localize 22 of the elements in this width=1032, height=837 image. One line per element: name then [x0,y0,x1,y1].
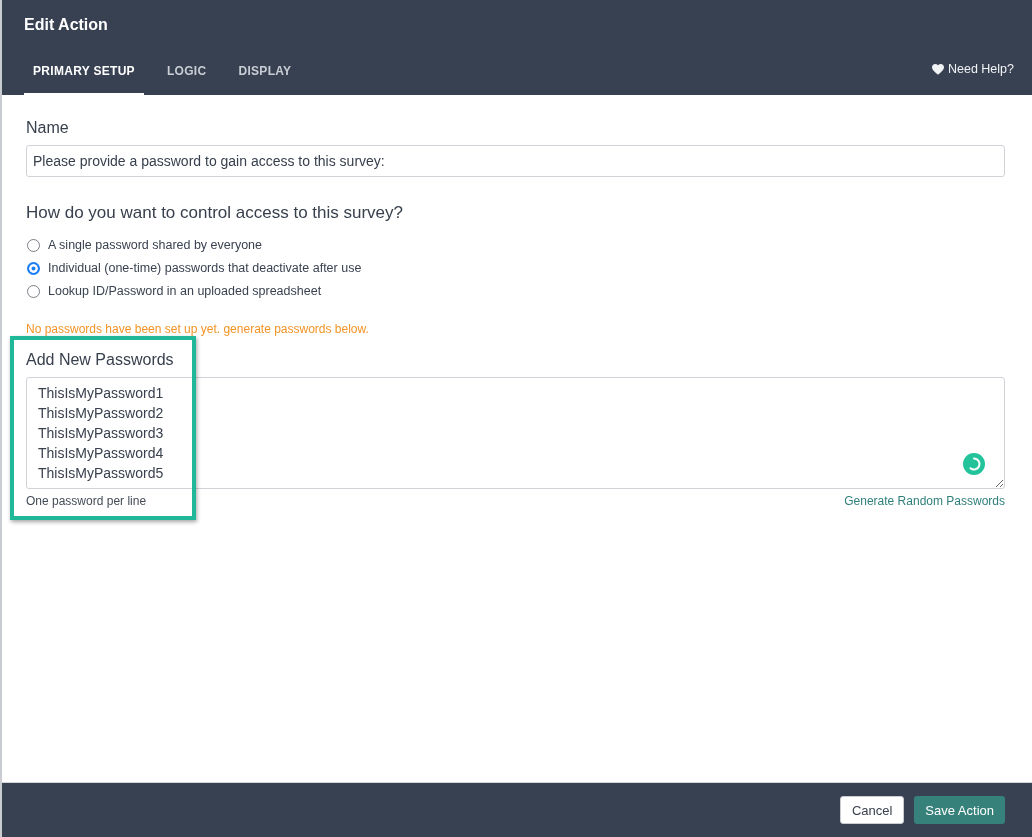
tab[interactable]: PRIMARY SETUP [24,50,144,95]
passwords-textarea[interactable]: ThisIsMyPassword1 ThisIsMyPassword2 ThisIsMyPassword3 ThisIsMyPassword4 ThisIsMyPassword5 [26,377,1005,489]
radio-button[interactable] [27,284,40,298]
name-input-field[interactable]: Please provide a password to gain access to this survey: [26,145,1005,177]
cancel-button[interactable]: Cancel [839,796,905,824]
radio-label[interactable]: Lookup ID/Password in an uploaded spreadsheet [48,283,322,299]
field-label: Name [26,118,70,138]
question-text: How do you want to control access to this survey? [26,202,404,224]
generate-passwords-link[interactable]: Generate Random Passwords [844,494,1005,508]
radio-button[interactable] [27,238,40,252]
window-title: Edit Action [24,15,109,35]
hint-text: One password per line [26,494,147,508]
save-button[interactable]: Save Action [914,796,1005,824]
tab[interactable]: LOGIC [157,50,216,95]
radio-label[interactable]: Individual (one-time) passwords that deactivate after use [48,260,362,276]
heart-icon [932,63,944,75]
radio-button[interactable] [27,261,40,275]
tab[interactable]: DISPLAY [229,50,301,95]
warning-message: No passwords have been set up yet. generate passwords below. [26,322,369,336]
help-link[interactable]: Need Help? [932,59,1014,79]
radio-label[interactable]: A single password shared by everyone [48,237,262,253]
field-label: Add New Passwords [26,350,175,370]
